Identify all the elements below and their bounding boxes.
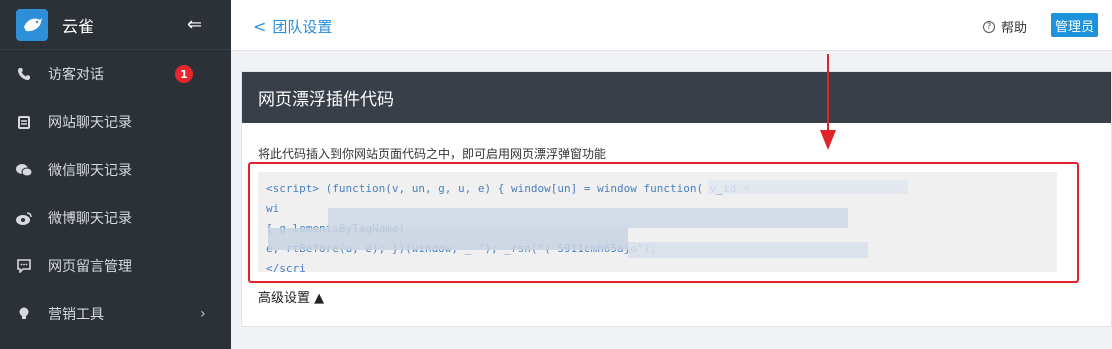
- panel-description: 将此代码插入到你网站页面代码之中，即可启用网页漂浮弹窗功能: [258, 147, 607, 161]
- sidebar-item-site-chat-log[interactable]: 网站聊天记录: [0, 98, 231, 146]
- redaction-blur: [328, 208, 848, 228]
- sidebar-item-label: 微博聊天记录: [48, 211, 132, 227]
- code-line: </scri: [266, 262, 306, 272]
- calendar-icon: [16, 114, 32, 130]
- sidebar-item-label: 访客对话: [48, 67, 104, 83]
- redaction-blur: [628, 242, 868, 258]
- code-block[interactable]: <script> (function(v, un, g, u, e) { win…: [258, 172, 1057, 272]
- plugin-code-panel: 网页漂浮插件代码 将此代码插入到你网站页面代码之中，即可启用网页漂浮弹窗功能 <…: [241, 71, 1112, 327]
- annotation-arrow-shaft: [827, 54, 829, 134]
- message-icon: [16, 258, 32, 274]
- sidebar-item-weibo-chat-log[interactable]: 微博聊天记录: [0, 194, 231, 242]
- chevron-left-icon: <: [253, 17, 267, 36]
- role-badge[interactable]: 管理员: [1051, 13, 1099, 37]
- phone-icon: [16, 66, 32, 82]
- sidebar-item-label: 网站聊天记录: [48, 115, 132, 131]
- help-link[interactable]: ? 帮助: [983, 17, 1027, 36]
- top-bar: < 团队设置 ? 帮助 管理员: [231, 0, 1112, 51]
- sidebar-item-wechat-chat-log[interactable]: 微信聊天记录: [0, 146, 231, 194]
- bulb-icon: [16, 306, 32, 322]
- unread-badge: 1: [175, 65, 193, 83]
- sidebar-item-message-management[interactable]: 网页留言管理: [0, 242, 231, 290]
- help-circle-icon: ?: [983, 20, 995, 33]
- advanced-settings-toggle[interactable]: 高级设置 ▲: [258, 287, 324, 306]
- sidebar-item-label: 营销工具: [48, 307, 104, 323]
- panel-title: 网页漂浮插件代码: [242, 72, 1111, 123]
- weibo-icon: [16, 210, 32, 226]
- brand-name: 云雀: [62, 16, 95, 36]
- redaction-blur: [268, 228, 628, 250]
- annotation-arrow-head: [820, 130, 836, 150]
- chevron-right-icon: ›: [200, 306, 206, 322]
- wechat-icon: [16, 162, 32, 178]
- sidebar-item-marketing-tools[interactable]: 营销工具 ›: [0, 290, 231, 338]
- redaction-blur: [708, 180, 908, 194]
- back-label: 团队设置: [272, 18, 333, 36]
- code-line: <script> (function(v, un, g, u, e) { win…: [266, 182, 750, 195]
- sidebar-item-label: 微信聊天记录: [48, 163, 132, 179]
- sidebar-item-visitor-chat[interactable]: 访客对话 1: [0, 50, 231, 98]
- help-label: 帮助: [1001, 21, 1028, 36]
- back-link[interactable]: < 团队设置: [253, 16, 332, 37]
- sidebar-nav: 访客对话 1 网站聊天记录 微信聊天记录 微博聊天记录 网页留言管理 营销工具 …: [0, 50, 231, 338]
- sidebar-item-label: 网页留言管理: [48, 259, 132, 275]
- collapse-sidebar-icon[interactable]: ⇐: [187, 14, 202, 35]
- bird-logo-icon: [16, 8, 48, 41]
- sidebar: 云雀 ⇐ 访客对话 1 网站聊天记录 微信聊天记录 微博聊天记录 网页留言管理 …: [0, 0, 231, 349]
